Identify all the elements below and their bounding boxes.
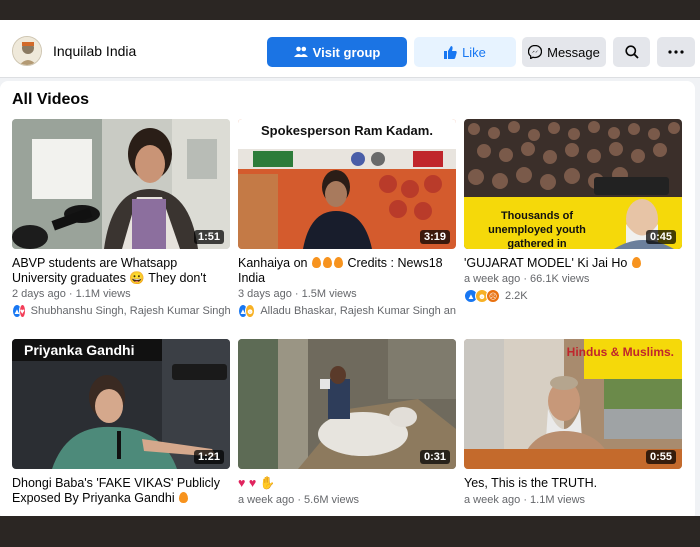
video-thumbnail[interactable]: Hindus & Muslims. 0:55 (464, 339, 682, 469)
video-duration: 1:51 (193, 230, 224, 244)
video-duration: 0:45 (645, 230, 676, 244)
reactions-row[interactable]: ▲ ♥ Shubhanshu Singh, Rajesh Kumar Singh… (12, 304, 230, 318)
thumbs-up-icon (444, 45, 457, 59)
thumbnail-caption: Priyanka Gandhi (24, 342, 135, 358)
video-tile[interactable]: Priyanka Gandhi 1:21 Dhongi Baba's 'FAKE… (12, 339, 230, 506)
reactions-label: 2.2K (505, 290, 528, 302)
messenger-icon (528, 45, 543, 59)
visit-group-button[interactable]: Visit group (267, 37, 407, 67)
video-thumbnail[interactable]: Thousands of unemployed youth gathered i… (464, 119, 682, 249)
thumbnail-caption: Spokesperson Ram Kadam. (261, 123, 433, 138)
video-tile[interactable]: Hindus & Muslims. 0:55 Yes, This is the … (464, 339, 682, 506)
video-title[interactable]: ♥ ♥ ✋ (238, 476, 456, 492)
fire-emoji-icon (311, 257, 321, 268)
people-icon (293, 46, 308, 57)
video-meta: a week ago · 5.6M views (238, 494, 360, 506)
video-thumbnail[interactable]: Priyanka Gandhi 1:21 (12, 339, 230, 469)
video-duration: 0:31 (419, 450, 450, 464)
thumbnail-caption: Thousands of unemployed youth gathered i… (488, 210, 586, 249)
heart-emoji-icon: ♥ (248, 476, 257, 490)
like-label: Like (462, 44, 486, 60)
video-title-start: Kanhaiya on (238, 256, 311, 270)
video-meta: 2 days ago · 1.1M views (12, 288, 131, 300)
video-duration: 1:21 (193, 450, 224, 464)
video-title[interactable]: Dhongi Baba's 'FAKE VIKAS' Publicly Expo… (12, 476, 230, 506)
video-duration: 3:19 (419, 230, 450, 244)
like-page-button[interactable]: Like (414, 37, 516, 67)
page-name[interactable]: Inquilab India (53, 43, 136, 59)
folded-hands-emoji-icon: ✋ (259, 476, 276, 490)
heart-emoji-icon: ♥ (238, 476, 246, 490)
fire-emoji-icon (631, 257, 641, 268)
fire-emoji-icon (179, 492, 189, 503)
all-videos-card: All Videos 1:51 ABVP students are Whatsa… (0, 81, 695, 516)
section-title: All Videos (12, 91, 90, 108)
visit-group-label: Visit group (312, 44, 381, 60)
video-title[interactable]: Yes, This is the TRUTH. (464, 476, 682, 492)
video-tile[interactable]: 1:51 ABVP students are Whatsapp Universi… (12, 119, 230, 318)
haha-reaction-icon: ☻ (244, 304, 256, 318)
video-title[interactable]: ABVP students are Whatsapp University gr… (12, 256, 230, 286)
video-meta: 3 days ago · 1.5M views (238, 288, 357, 300)
video-tile[interactable]: Thousands of unemployed youth gathered i… (464, 119, 682, 303)
video-title[interactable]: Kanhaiya on Credits : News18 India (238, 256, 456, 286)
angry-reaction-icon: ☹ (486, 289, 500, 303)
search-button[interactable] (613, 37, 650, 67)
reactions-row[interactable]: ▲ ☻ ☹ 2.2K (464, 289, 682, 303)
reactions-row[interactable]: ▲ ☻ Alladu Bhaskar, Rajesh Kumar Singh a… (238, 304, 456, 318)
facebook-page-frame: Inquilab India Visit group Like Message (0, 20, 700, 516)
page-avatar[interactable] (12, 36, 42, 66)
bottom-dark-bar (0, 516, 700, 547)
reactions-label: Shubhanshu Singh, Rajesh Kumar Singh ... (30, 305, 230, 317)
video-thumbnail[interactable]: Spokesperson Ram Kadam. 3:19 (238, 119, 456, 249)
more-icon (668, 50, 684, 54)
video-thumbnail[interactable]: 0:31 (238, 339, 456, 469)
video-duration: 0:55 (645, 450, 676, 464)
video-title-text: Dhongi Baba's 'FAKE VIKAS' Publicly Expo… (12, 476, 220, 505)
video-title-start: 'GUJARAT MODEL' Ki Jai Ho (464, 256, 631, 270)
video-meta: a week ago · 1.1M views (464, 494, 586, 506)
fire-emoji-icon (333, 257, 343, 268)
fire-emoji-icon (322, 257, 332, 268)
video-tile[interactable]: 0:31 ♥ ♥ ✋ a week ago · 5.6M views (238, 339, 456, 506)
more-button[interactable] (657, 37, 695, 67)
reactions-label: Alladu Bhaskar, Rajesh Kumar Singh and (260, 305, 456, 317)
video-meta: a week ago · 66.1K views (464, 273, 590, 285)
love-reaction-icon: ♥ (18, 304, 26, 318)
search-icon (624, 45, 639, 59)
thumbnail-caption: Hindus & Muslims. (566, 345, 674, 359)
video-thumbnail[interactable]: 1:51 (12, 119, 230, 249)
message-button[interactable]: Message (522, 37, 606, 67)
page-header: Inquilab India Visit group Like Message (0, 20, 700, 78)
message-label: Message (547, 44, 600, 60)
video-tile[interactable]: Spokesperson Ram Kadam. 3:19 Kanhaiya on… (238, 119, 456, 318)
